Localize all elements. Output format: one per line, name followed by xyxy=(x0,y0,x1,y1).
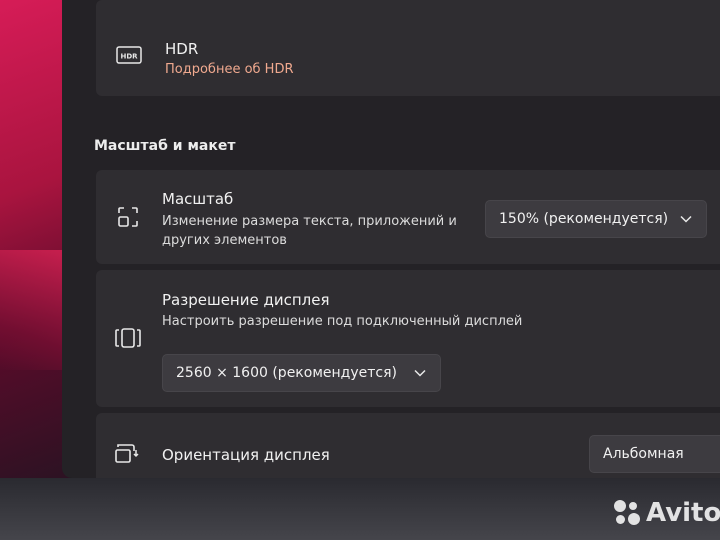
hdr-card[interactable]: HDR HDR Подробнее об HDR xyxy=(96,0,720,96)
settings-window: HDR HDR Подробнее об HDR Масштаб и макет… xyxy=(62,0,720,478)
chevron-down-icon xyxy=(680,215,692,223)
scale-icon xyxy=(118,207,138,227)
resolution-title: Разрешение дисплея xyxy=(162,291,330,309)
scale-card[interactable]: Масштаб Изменение размера текста, прилож… xyxy=(96,170,720,264)
section-title: Масштаб и макет xyxy=(94,138,236,154)
svg-text:HDR: HDR xyxy=(120,53,138,61)
orientation-title: Ориентация дисплея xyxy=(162,446,330,464)
avito-watermark: Avito xyxy=(612,498,720,528)
avito-watermark-text: Avito xyxy=(646,498,720,528)
orientation-dropdown[interactable]: Альбомная xyxy=(589,435,720,473)
scale-title: Масштаб xyxy=(162,190,234,208)
scale-description-line1: Изменение размера текста, приложений и xyxy=(162,214,457,229)
hdr-icon: HDR xyxy=(116,46,142,64)
chevron-down-icon xyxy=(414,369,426,377)
scale-dropdown-value: 150% (рекомендуется) xyxy=(499,211,669,227)
resolution-dropdown-value: 2560 × 1600 (рекомендуется) xyxy=(176,365,397,381)
resolution-dropdown[interactable]: 2560 × 1600 (рекомендуется) xyxy=(162,354,441,392)
resolution-description: Настроить разрешение под подключенный ди… xyxy=(162,314,523,329)
orientation-icon xyxy=(115,444,139,463)
scale-description-line2: других элементов xyxy=(162,233,287,248)
resolution-card[interactable]: Разрешение дисплея Настроить разрешение … xyxy=(96,270,720,407)
resolution-icon xyxy=(115,328,141,348)
hdr-title: HDR xyxy=(165,40,199,58)
scale-dropdown[interactable]: 150% (рекомендуется) xyxy=(485,200,707,238)
orientation-card[interactable]: Ориентация дисплея Альбомная xyxy=(96,413,720,478)
hdr-learn-more-link[interactable]: Подробнее об HDR xyxy=(165,62,294,77)
orientation-dropdown-value: Альбомная xyxy=(603,446,684,462)
desktop-wallpaper xyxy=(0,0,70,540)
avito-logo-icon xyxy=(612,498,642,528)
